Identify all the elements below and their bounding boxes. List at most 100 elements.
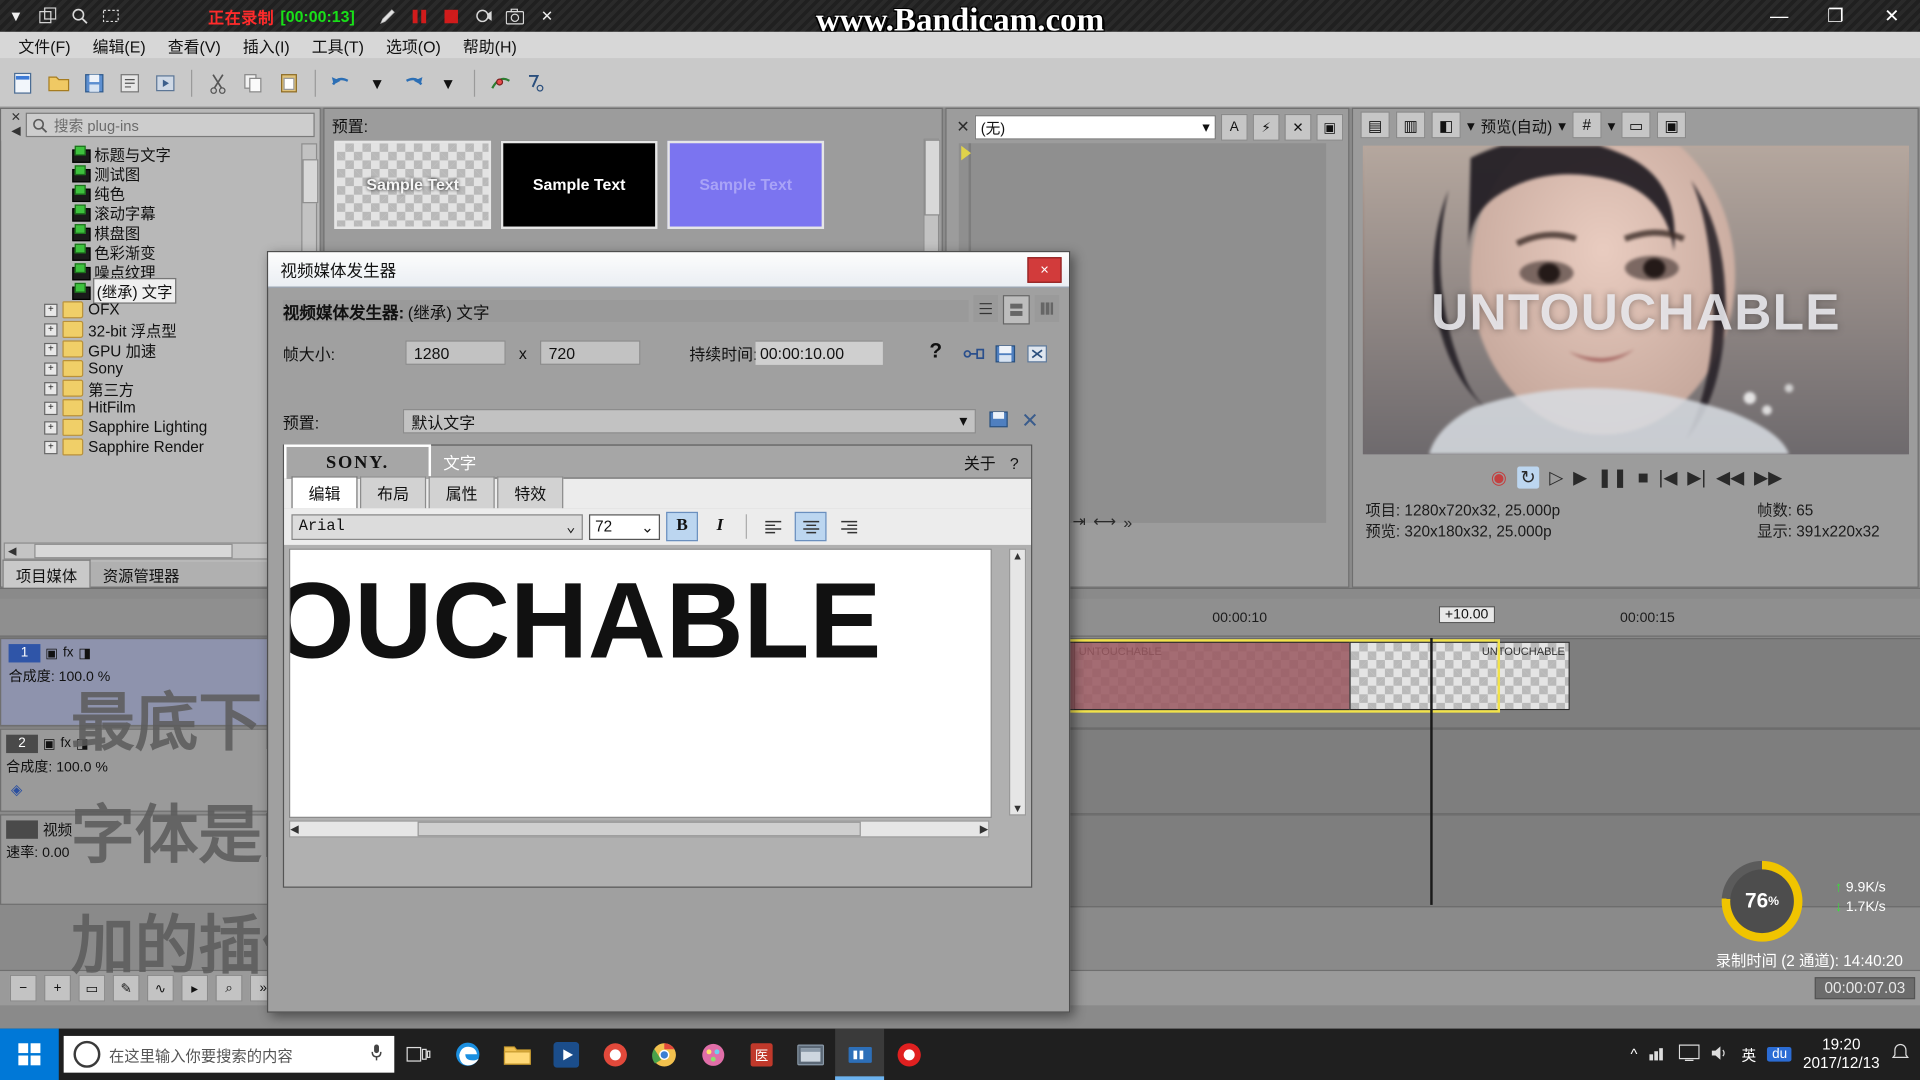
plugins-horizontal-scrollbar[interactable]: ◀	[3, 542, 298, 560]
stop-icon[interactable]: ■	[1638, 467, 1649, 488]
bold-button[interactable]: B	[666, 511, 698, 542]
menu-item-edit[interactable]: 编辑(E)	[82, 32, 157, 58]
maximize-button[interactable]: ❐	[1807, 0, 1863, 32]
menu-item-view[interactable]: 查看(V)	[157, 32, 232, 58]
minimize-button[interactable]: —	[1751, 0, 1807, 32]
timeline-zoom-tool-icon[interactable]: ⌕	[215, 974, 243, 1002]
tab-properties[interactable]: 属性	[428, 476, 495, 509]
pause-icon[interactable]: ❚❚	[1597, 467, 1628, 489]
track-mute-icon[interactable]: ▣	[43, 735, 56, 752]
window-icon[interactable]	[32, 0, 64, 32]
tree-folder-ofx[interactable]: + OFX	[2, 300, 301, 320]
dialog-titlebar[interactable]: 视频媒体发生器 ×	[268, 252, 1069, 288]
enable-envelope-icon[interactable]	[485, 67, 517, 99]
start-button[interactable]	[0, 1028, 59, 1080]
tree-item-generator[interactable]: 标题与文字	[2, 143, 301, 163]
video-media-generator-dialog[interactable]: 视频媒体发生器 × 视频媒体发生器: (继承) 文字 帧大小: 1280 x 7…	[266, 251, 1071, 1013]
bandicam-icon[interactable]	[835, 1028, 885, 1080]
track-opacity[interactable]: 合成度: 100.0 %	[4, 666, 268, 686]
text-edit-vertical-scrollbar[interactable]: ▲ ▼	[1008, 548, 1027, 816]
chevron-down-icon-3[interactable]: ▾	[1608, 116, 1616, 134]
magnifier-icon[interactable]	[64, 0, 96, 32]
align-right-icon[interactable]	[833, 512, 865, 541]
automation-icon[interactable]: A	[1220, 113, 1248, 141]
record-icon[interactable]	[884, 1029, 933, 1080]
stop-icon[interactable]	[436, 0, 468, 32]
panel-collapse-icon[interactable]: ◀	[11, 125, 20, 138]
expand-icon[interactable]: +	[44, 361, 58, 376]
scrollbar-thumb[interactable]	[302, 159, 319, 204]
project-properties-icon[interactable]	[114, 67, 146, 99]
volume-icon[interactable]	[1711, 1044, 1731, 1065]
timeline-select-icon[interactable]: ▸	[181, 974, 209, 1002]
preset-card-checker[interactable]: Sample Text	[334, 140, 492, 229]
rewind-icon[interactable]: ◀◀	[1716, 467, 1744, 489]
tree-folder-32bit[interactable]: +32-bit 浮点型	[2, 320, 301, 340]
webcam-icon[interactable]	[467, 0, 499, 32]
tree-folder-sony[interactable]: + Sony	[2, 359, 301, 379]
new-project-icon[interactable]	[7, 67, 39, 99]
preset-delete-icon[interactable]: ✕	[1021, 409, 1038, 433]
chevron-down-icon[interactable]: ▾	[959, 411, 967, 431]
track-rate[interactable]: 速率: 0.00	[1, 842, 270, 862]
preset-card-purple[interactable]: Sample Text	[667, 140, 825, 229]
about-label[interactable]: 关于	[964, 454, 996, 472]
detail-view-icon[interactable]	[1034, 295, 1060, 323]
split-screen-icon[interactable]: ◧	[1431, 111, 1461, 139]
scroll-down-icon[interactable]: ▼	[1012, 802, 1023, 814]
redo-dropdown-icon[interactable]: ▾	[432, 67, 464, 99]
scrollbar-thumb[interactable]	[924, 139, 941, 216]
menu-item-options[interactable]: 选项(O)	[375, 32, 452, 58]
play-from-start-icon[interactable]: ▷	[1549, 467, 1563, 489]
undo-icon[interactable]	[326, 67, 358, 99]
expand-icon[interactable]: +	[44, 420, 58, 435]
panel-close-icon[interactable]: ✕	[11, 111, 21, 124]
help-icon[interactable]: ?	[1010, 454, 1019, 472]
menu-item-tools[interactable]: 工具(T)	[301, 32, 375, 58]
track-header-1[interactable]: 1 ▣ fx ◨ 合成度: 100.0 %	[0, 636, 274, 728]
tree-folder-sapphire-render[interactable]: + Sapphire Render	[2, 437, 301, 457]
plugins-tree[interactable]: 标题与文字 测试图 纯色 滚动字幕 棋盘图 色彩渐变 噪点纹理 (继承) 文字 …	[2, 143, 302, 548]
tree-folder-gpu[interactable]: + GPU 加速	[2, 339, 301, 359]
help-whats-this-icon[interactable]	[520, 67, 552, 99]
track-compositing-icon[interactable]: ◨	[76, 735, 89, 752]
tab-layout[interactable]: 布局	[360, 476, 427, 509]
thumbnail-view-icon[interactable]	[1002, 295, 1030, 325]
grab-frame-icon[interactable]: ▤	[1360, 111, 1390, 139]
chevron-down-icon[interactable]: ▾	[1202, 119, 1209, 136]
app-icon[interactable]	[590, 1029, 639, 1080]
track-compositing-icon[interactable]: ◨	[78, 645, 91, 661]
bypass-icon[interactable]: ⚡	[1252, 113, 1280, 141]
tab-explorer[interactable]: 资源管理器	[91, 560, 192, 588]
sync-icon[interactable]: ⟷	[1093, 512, 1116, 532]
more-icon[interactable]: »	[1123, 512, 1132, 530]
network-icon[interactable]	[1648, 1044, 1668, 1065]
expand-icon[interactable]: +	[44, 342, 58, 356]
taskbar-clock[interactable]: 19:20 2017/12/13	[1803, 1036, 1880, 1073]
scroll-left-icon[interactable]: ◀	[5, 544, 20, 557]
task-view-icon[interactable]	[394, 1029, 443, 1080]
fastforward-icon[interactable]: ▶▶	[1754, 467, 1782, 489]
timeline-timecode-right[interactable]: 00:00:07.03	[1814, 977, 1916, 1000]
track-mute-icon[interactable]: ▣	[45, 645, 58, 661]
menu-item-insert[interactable]: 插入(I)	[232, 32, 301, 58]
timeline-cursor[interactable]	[1430, 637, 1433, 905]
list-view-icon[interactable]	[973, 295, 998, 323]
scroll-right-icon[interactable]: ▶	[980, 822, 988, 835]
paint-icon[interactable]	[688, 1029, 737, 1080]
help-icon[interactable]: ?	[929, 339, 942, 363]
timeline-edit-tool-icon[interactable]: ✎	[112, 974, 140, 1002]
vegas-icon[interactable]	[786, 1029, 835, 1080]
baidu-ime-icon[interactable]: du	[1767, 1046, 1792, 1062]
tree-item-generator-selected[interactable]: (继承) 文字	[2, 277, 301, 304]
tab-project-media[interactable]: 项目媒体	[2, 559, 91, 589]
panel-close-icon[interactable]: ✕	[956, 118, 969, 138]
delete-preset-icon[interactable]	[1025, 342, 1049, 366]
tree-folder-hitfilm[interactable]: + HitFilm	[2, 398, 301, 418]
record-icon[interactable]: ◉	[1491, 467, 1507, 489]
preview-mode-label[interactable]: 预览(自动)	[1481, 113, 1552, 136]
chevron-down-icon[interactable]: ⌄	[641, 517, 654, 536]
dialog-close-button[interactable]: ×	[1027, 256, 1062, 283]
remove-icon[interactable]: ✕	[1284, 113, 1312, 141]
expand-icon[interactable]: +	[44, 322, 58, 337]
